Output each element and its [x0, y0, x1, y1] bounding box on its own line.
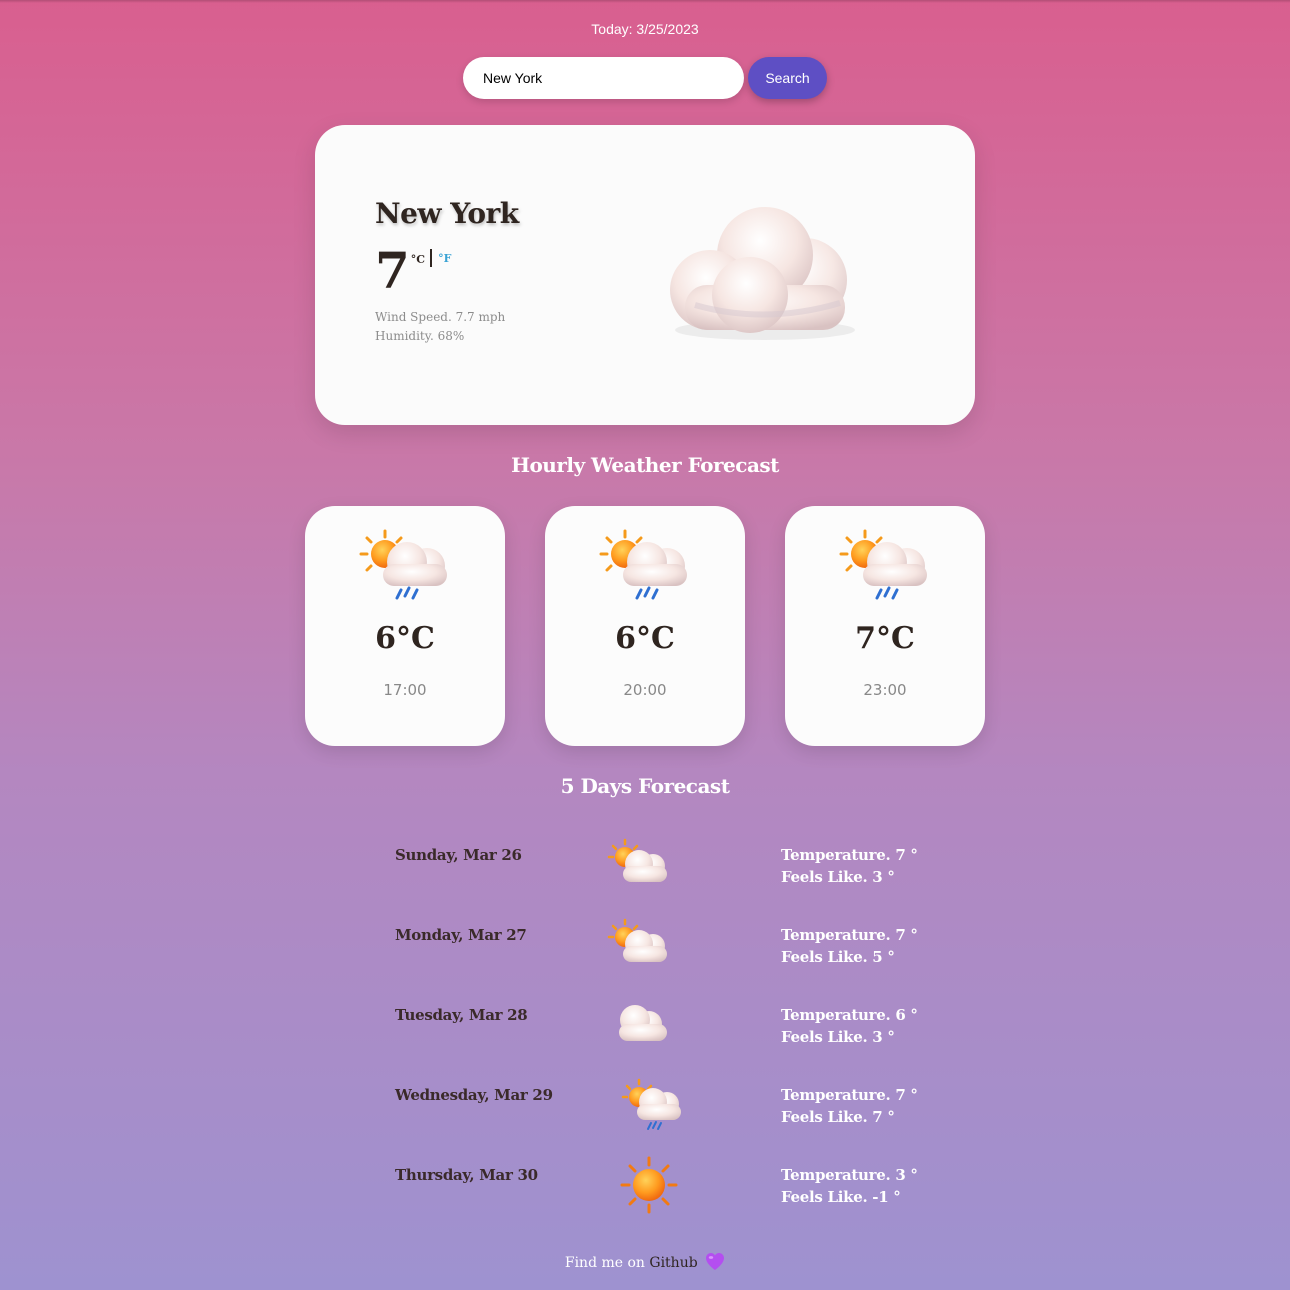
celsius-toggle[interactable]: °C: [411, 253, 425, 266]
forecast-temperature: Temperature. 7 °: [781, 926, 918, 944]
humidity: Humidity. 68%: [375, 329, 465, 343]
current-weather-card: New York 7 °C °F Wind Speed. 7.7 mph Hum…: [315, 125, 975, 425]
forecast-feels-like: Feels Like. -1 °: [781, 1188, 901, 1206]
forecast-day-row: Wednesday, Mar 29 Temperature. 7 ° Feels…: [395, 1078, 955, 1146]
fahrenheit-toggle[interactable]: °F: [438, 252, 451, 265]
forecast-feels-like: Feels Like. 3 °: [781, 1028, 895, 1046]
hourly-temperature: 7°C: [855, 621, 915, 656]
search-button[interactable]: Search: [748, 57, 827, 99]
today-date: Today: 3/25/2023: [591, 21, 699, 37]
sun-behind-cloud-icon: [607, 838, 667, 882]
search-bar: Search: [463, 57, 827, 99]
forecast-day-row: Tuesday, Mar 28 Temperature. 6 ° Feels L…: [395, 1005, 955, 1066]
hourly-temperature: 6°C: [615, 621, 675, 656]
forecast-day-name: Monday, Mar 27: [395, 926, 527, 944]
forecast-temperature: Temperature. 3 °: [781, 1166, 918, 1184]
footer: Find me on Github: [0, 1252, 1290, 1271]
forecast-feels-like: Feels Like. 7 °: [781, 1108, 895, 1126]
github-link[interactable]: Github: [649, 1255, 697, 1271]
forecast-feels-like: Feels Like. 5 °: [781, 948, 895, 966]
forecast-day-name: Wednesday, Mar 29: [395, 1086, 553, 1104]
top-shadow: [0, 0, 1290, 3]
hourly-card: 6°C 17:00: [305, 506, 505, 746]
forecast-feels-like: Feels Like. 3 °: [781, 868, 895, 886]
footer-text: Find me on: [564, 1255, 650, 1271]
city-name: New York: [375, 197, 519, 230]
current-temperature: 7 °C °F: [375, 243, 451, 299]
forecast-day-row: Thursday, Mar 30 Temperature. 3 ° Feels …: [395, 1156, 955, 1226]
forecast-day-name: Tuesday, Mar 28: [395, 1006, 528, 1024]
unit-divider: [430, 249, 433, 267]
hourly-time: 17:00: [383, 681, 427, 699]
hourly-card: 6°C 20:00: [545, 506, 745, 746]
forecast-day-name: Thursday, Mar 30: [395, 1166, 538, 1184]
sun-cloud-rain-icon: [359, 529, 447, 600]
sun-cloud-rain-icon: [621, 1078, 681, 1130]
cloud-icon: [619, 1005, 667, 1041]
hourly-time: 20:00: [623, 681, 667, 699]
forecast-temperature: Temperature. 7 °: [781, 846, 918, 864]
sun-icon: [620, 1156, 678, 1214]
cloud-icon: [670, 207, 855, 340]
forecast-day-row: Sunday, Mar 26 Temperature. 7 ° Feels Li…: [395, 838, 955, 906]
hourly-time: 23:00: [863, 681, 907, 699]
sun-behind-cloud-icon: [607, 918, 667, 962]
forecast-temperature: Temperature. 6 °: [781, 1006, 918, 1024]
forecast-day-row: Monday, Mar 27 Temperature. 7 ° Feels Li…: [395, 918, 955, 986]
hourly-temperature: 6°C: [375, 621, 435, 656]
sun-cloud-rain-icon: [839, 529, 927, 600]
five-day-forecast-title: 5 Days Forecast: [560, 774, 730, 798]
hourly-forecast-title: Hourly Weather Forecast: [511, 453, 779, 477]
hourly-card: 7°C 23:00: [785, 506, 985, 746]
wind-speed: Wind Speed. 7.7 mph: [375, 310, 506, 324]
purple-heart-icon: [706, 1253, 725, 1270]
search-input[interactable]: [463, 57, 744, 99]
sun-cloud-rain-icon: [599, 529, 687, 600]
temperature-value: 7: [375, 241, 410, 300]
forecast-temperature: Temperature. 7 °: [781, 1086, 918, 1104]
forecast-day-name: Sunday, Mar 26: [395, 846, 522, 864]
